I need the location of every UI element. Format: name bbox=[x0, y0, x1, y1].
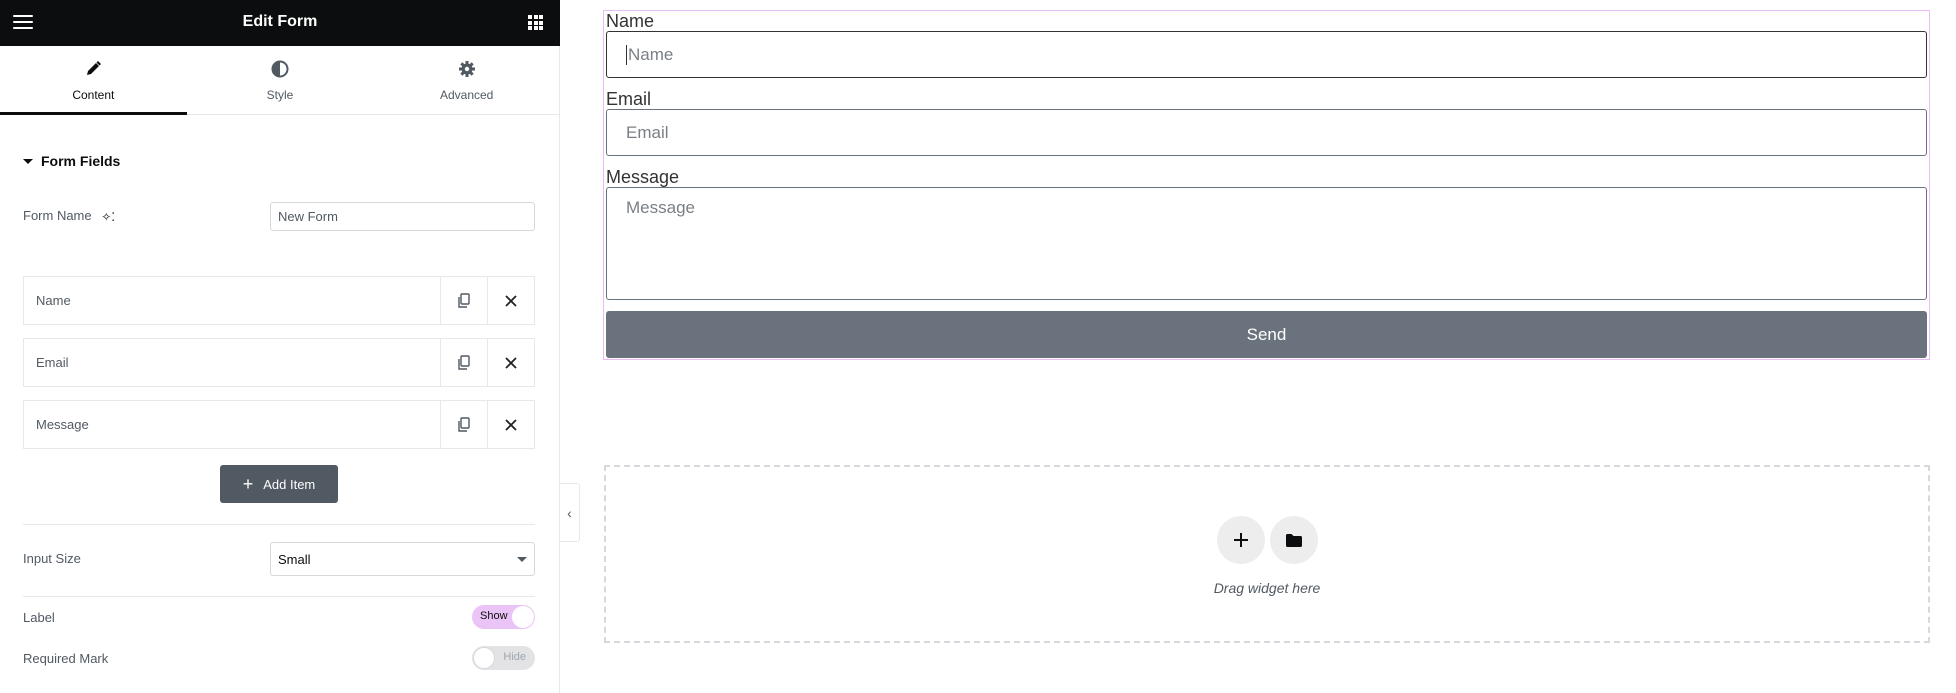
drop-zone-text: Drag widget here bbox=[1213, 580, 1321, 596]
pencil-icon bbox=[87, 61, 102, 75]
editor-panel: Edit Form Content Style Advanced Form Fi… bbox=[0, 0, 560, 693]
input-size-label: Input Size bbox=[23, 551, 81, 566]
chevron-down-icon bbox=[517, 556, 527, 562]
remove-button[interactable] bbox=[487, 401, 534, 448]
menu-icon[interactable] bbox=[13, 15, 33, 31]
form-name-label-text: Form Name bbox=[23, 208, 92, 223]
tab-style-label: Style bbox=[266, 88, 294, 102]
required-mark-toggle-state: Hide bbox=[503, 651, 526, 663]
duplicate-button[interactable] bbox=[440, 401, 487, 448]
form-field-label: Name bbox=[606, 11, 655, 31]
divider bbox=[23, 524, 535, 525]
input-size-value: Small bbox=[278, 551, 311, 567]
form-widget[interactable]: Name Name Email Email Message Message Se… bbox=[603, 10, 1930, 360]
template-library-button[interactable] bbox=[1270, 516, 1318, 564]
input-size-select[interactable]: Small bbox=[270, 542, 535, 576]
folder-icon bbox=[1286, 533, 1302, 547]
section-title: Form Fields bbox=[41, 153, 121, 169]
tab-advanced[interactable]: Advanced bbox=[373, 46, 560, 114]
add-item-button[interactable]: + Add Item bbox=[220, 465, 338, 503]
form-name-input[interactable]: New Form bbox=[270, 202, 535, 231]
form-name-value: New Form bbox=[278, 209, 338, 224]
form-name-label: Form Name ✧⁚ bbox=[23, 208, 115, 224]
gear-icon bbox=[458, 61, 475, 77]
label-toggle-state: Show bbox=[480, 610, 508, 622]
form-field-label: Email bbox=[606, 89, 652, 109]
plus-icon bbox=[1234, 533, 1248, 547]
toggle-knob bbox=[473, 647, 495, 669]
add-item-label: Add Item bbox=[263, 476, 316, 492]
toggle-knob bbox=[512, 606, 534, 628]
form-field-label: Message bbox=[606, 167, 680, 187]
email-placeholder: Email bbox=[626, 122, 669, 142]
label-toggle[interactable]: Show bbox=[472, 605, 535, 629]
message-textarea[interactable]: Message bbox=[606, 187, 1927, 300]
drop-zone[interactable]: Drag widget here bbox=[604, 465, 1930, 643]
tab-advanced-label: Advanced bbox=[439, 88, 494, 102]
widgets-grid-icon[interactable] bbox=[528, 15, 543, 30]
name-input[interactable]: Name bbox=[606, 31, 1927, 78]
ai-sparkle-icon[interactable]: ✧⁚ bbox=[101, 210, 115, 224]
text-cursor bbox=[626, 44, 627, 65]
panel-tabs: Content Style Advanced bbox=[0, 46, 560, 115]
repeater-row-title[interactable]: Email bbox=[24, 339, 440, 386]
close-icon bbox=[505, 356, 517, 369]
close-icon bbox=[505, 418, 517, 431]
tab-content-label: Content bbox=[72, 88, 115, 102]
duplicate-button[interactable] bbox=[440, 277, 487, 324]
copy-icon bbox=[458, 416, 470, 432]
caret-down-icon bbox=[23, 158, 33, 164]
tab-style[interactable]: Style bbox=[187, 46, 374, 114]
required-mark-toggle[interactable]: Hide bbox=[472, 646, 535, 670]
remove-button[interactable] bbox=[487, 339, 534, 386]
half-circle-icon bbox=[271, 60, 289, 78]
plus-icon: + bbox=[242, 474, 254, 494]
repeater-row-title[interactable]: Name bbox=[24, 277, 440, 324]
preview-canvas: Name Name Email Email Message Message Se… bbox=[561, 0, 1956, 693]
tab-content[interactable]: Content bbox=[0, 46, 187, 115]
repeater-row-title[interactable]: Message bbox=[24, 401, 440, 448]
add-widget-button[interactable] bbox=[1217, 516, 1265, 564]
duplicate-button[interactable] bbox=[440, 339, 487, 386]
divider bbox=[23, 596, 535, 597]
panel-header: Edit Form bbox=[0, 0, 560, 46]
name-placeholder: Name bbox=[628, 44, 674, 64]
repeater-row: Email bbox=[23, 338, 535, 387]
label-toggle-label: Label bbox=[23, 610, 55, 625]
section-form-fields[interactable]: Form Fields bbox=[23, 153, 120, 169]
copy-icon bbox=[458, 354, 470, 370]
email-input[interactable]: Email bbox=[606, 109, 1927, 156]
send-button[interactable]: Send bbox=[606, 311, 1927, 358]
close-icon bbox=[505, 294, 517, 307]
panel-title: Edit Form bbox=[242, 13, 318, 30]
message-placeholder: Message bbox=[626, 198, 695, 217]
remove-button[interactable] bbox=[487, 277, 534, 324]
repeater-row: Message bbox=[23, 400, 535, 449]
copy-icon bbox=[458, 292, 470, 308]
repeater-row: Name bbox=[23, 276, 535, 325]
required-mark-label: Required Mark bbox=[23, 651, 109, 666]
